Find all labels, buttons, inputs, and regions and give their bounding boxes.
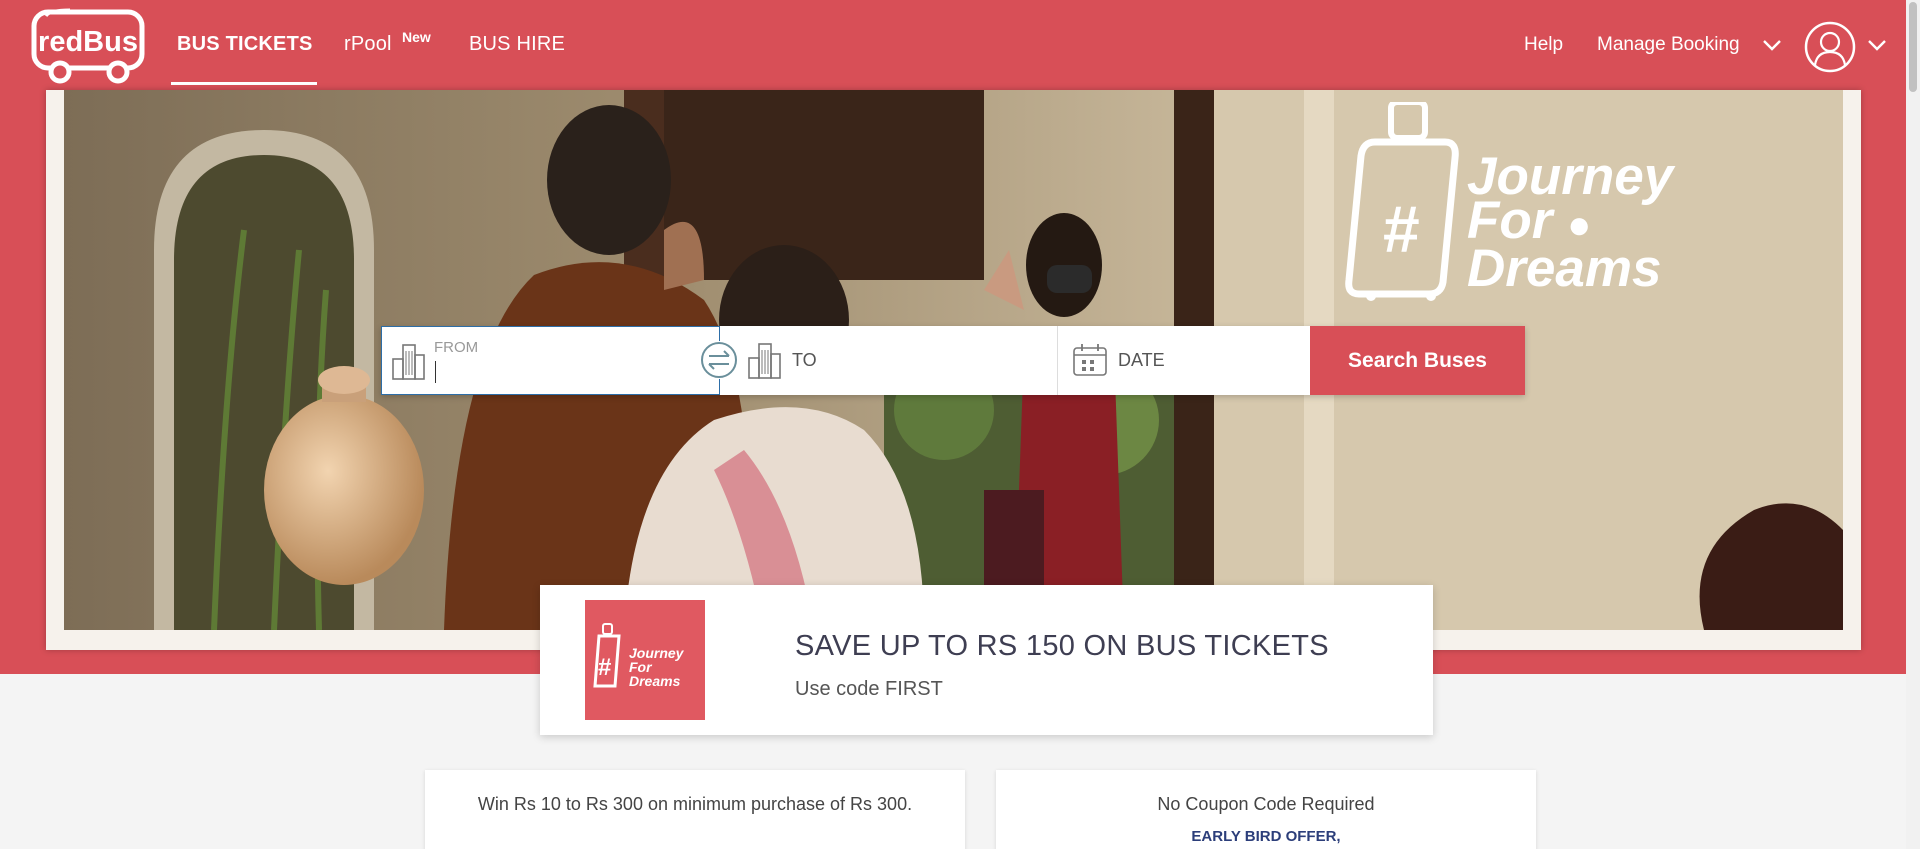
svg-text:redBus: redBus [38, 26, 138, 58]
date-label: DATE [1118, 350, 1165, 370]
offer-code-text: Use code FIRST [795, 678, 943, 700]
date-field[interactable]: DATE [1058, 326, 1310, 395]
bus-search-form: FROM TO DATE Search Buses [381, 326, 1525, 395]
card-text: No Coupon Code Required [1157, 794, 1375, 814]
chevron-down-icon[interactable] [1762, 38, 1782, 52]
city-building-icon [392, 344, 425, 380]
scrollbar-thumb[interactable] [1909, 2, 1917, 92]
nav-bus-tickets[interactable]: BUS TICKETS [177, 33, 313, 56]
svg-text:Dreams: Dreams [629, 673, 681, 689]
vertical-scrollbar[interactable] [1906, 0, 1920, 849]
nav-active-indicator [171, 82, 317, 85]
search-buses-button[interactable]: Search Buses [1310, 326, 1525, 395]
offer-title: SAVE UP TO RS 150 ON BUS TICKETS [795, 630, 1329, 662]
from-field[interactable]: FROM [381, 326, 720, 395]
offer-thumbnail: # Journey For Dreams [585, 600, 705, 720]
swap-icon [701, 342, 737, 378]
manage-booking-menu[interactable]: Manage Booking [1597, 34, 1740, 56]
from-label: FROM [434, 339, 479, 356]
svg-text:#: # [598, 654, 611, 681]
offer-card-secondary[interactable]: Win Rs 10 to Rs 300 on minimum purchase … [425, 770, 965, 849]
city-building-icon [748, 343, 781, 379]
help-link[interactable]: Help [1524, 34, 1563, 56]
text-cursor [435, 361, 436, 383]
journey-for-dreams-thumb-icon: # Journey For Dreams [593, 623, 685, 689]
top-navbar: redBus BUS TICKETS rPool New BUS HIRE He… [0, 0, 1906, 90]
to-label: TO [792, 350, 817, 370]
journey-for-dreams-text: Journey For ● Dreams [1467, 150, 1673, 298]
nav-bus-hire[interactable]: BUS HIRE [469, 33, 565, 56]
offer-card-secondary[interactable]: No Coupon Code Required EARLY BIRD OFFER… [996, 770, 1536, 849]
redbus-logo[interactable]: redBus [30, 8, 148, 86]
swap-cities-button[interactable] [700, 341, 738, 379]
svg-text:#: # [1383, 192, 1420, 266]
new-badge: New [402, 29, 431, 45]
chevron-down-icon[interactable] [1867, 38, 1887, 52]
card-text: Win Rs 10 to Rs 300 on minimum purchase … [477, 794, 913, 814]
campaign-line: Dreams [1467, 239, 1662, 298]
to-field[interactable]: TO [720, 326, 1058, 395]
calendar-icon [1073, 344, 1107, 376]
offer-card[interactable]: # Journey For Dreams SAVE UP TO RS 150 O… [540, 585, 1433, 735]
nav-rpool[interactable]: rPool [344, 33, 392, 56]
user-avatar-icon[interactable] [1803, 20, 1857, 74]
card-subtext: EARLY BIRD OFFER, [1191, 828, 1341, 845]
